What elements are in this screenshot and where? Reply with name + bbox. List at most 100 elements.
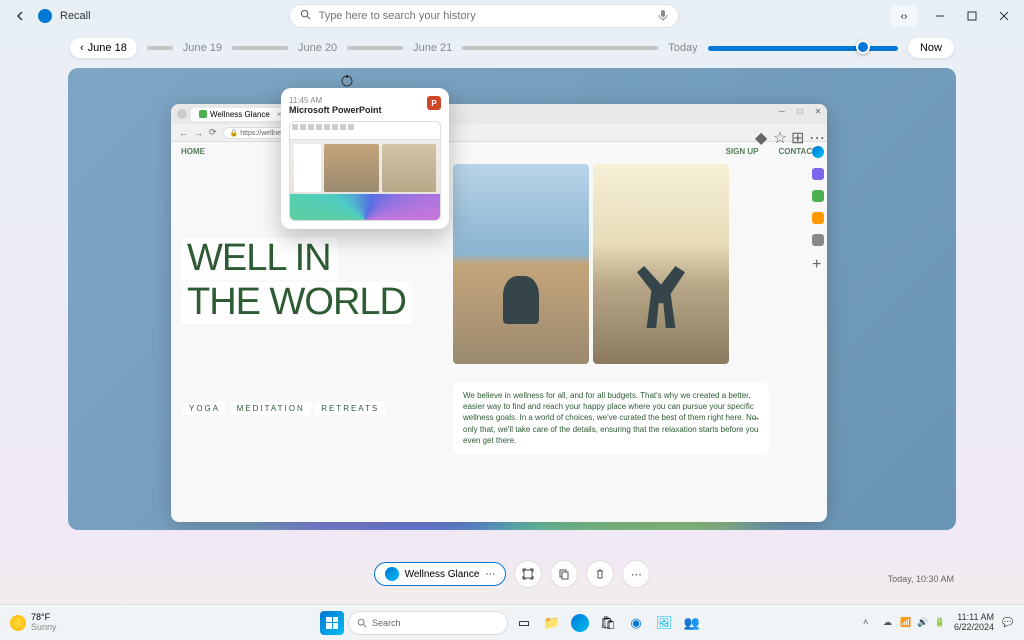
profile-icon[interactable] xyxy=(177,109,187,119)
open-app-chip[interactable]: Wellness Glance ⋯ xyxy=(374,562,507,586)
sidebar-app-icon[interactable] xyxy=(812,190,824,202)
body-copy: We believe in wellness for all, and for … xyxy=(453,382,769,454)
back-button[interactable] xyxy=(10,6,30,26)
favicon xyxy=(199,110,207,118)
date-pill-current[interactable]: ‹ June 18 xyxy=(70,38,137,58)
preview-timestamp: 11:45 AM xyxy=(289,96,382,105)
edge-icon[interactable] xyxy=(568,611,592,635)
taskbar-search[interactable]: Search xyxy=(348,611,508,635)
weather-cond: Sunny xyxy=(31,623,57,633)
close-button[interactable] xyxy=(994,6,1014,26)
volume-icon[interactable]: 🔊 xyxy=(917,617,929,629)
clock[interactable]: 11:11 AM 6/22/2024 xyxy=(954,613,994,633)
timeline-segment[interactable] xyxy=(347,46,403,50)
chevron-up-icon[interactable]: ˄ xyxy=(863,617,875,629)
notifications-icon[interactable]: 💬 xyxy=(1002,617,1014,629)
timeline-handle[interactable] xyxy=(856,40,870,54)
thumb-ribbon xyxy=(290,122,440,140)
nav-forward-icon[interactable]: → xyxy=(194,128,203,138)
nav-back-icon[interactable]: ← xyxy=(179,128,188,138)
thumb-slide xyxy=(324,144,378,192)
date-label: June 20 xyxy=(298,42,337,54)
app-title: Recall xyxy=(60,10,91,22)
thumb-wallpaper xyxy=(290,194,440,220)
task-view-icon[interactable]: ▭ xyxy=(512,611,536,635)
keyword: MEDITATION xyxy=(237,404,305,413)
collections-icon[interactable]: ⊞ xyxy=(791,128,801,138)
timeline-segment[interactable] xyxy=(147,46,173,50)
more-options-button[interactable]: ⋯ xyxy=(622,560,650,588)
timeline-segment[interactable] xyxy=(462,46,658,50)
menu-icon[interactable]: ⋯ xyxy=(809,128,819,138)
weather-widget[interactable]: 78°F Sunny xyxy=(10,613,57,633)
headline-line-1: WELL IN xyxy=(181,238,337,280)
browser-close[interactable]: ✕ xyxy=(813,106,823,116)
edge-sidebar: + xyxy=(809,142,827,272)
settings-toggle[interactable]: ‹› xyxy=(890,6,918,26)
minimize-button[interactable] xyxy=(930,6,950,26)
delete-button[interactable] xyxy=(586,560,614,588)
site-nav: HOME SIGN UP CONTACT xyxy=(171,142,827,160)
date-label: June 21 xyxy=(413,42,452,54)
date-label: June 19 xyxy=(183,42,222,54)
search-input[interactable] xyxy=(319,10,650,22)
snapshot-timestamp: Today, 10:30 AM xyxy=(888,574,954,584)
keyword-stack: YOGA MEDITATION RETREATS xyxy=(183,398,385,417)
recall-icon[interactable]: ◉ xyxy=(624,611,648,635)
browser-tab[interactable]: Wellness Glance × xyxy=(191,108,290,121)
sidebar-add-icon[interactable]: + xyxy=(812,256,824,268)
hero-headline: WELL IN THE WORLD xyxy=(181,238,412,326)
body-text-content: We believe in wellness for all, and for … xyxy=(463,391,758,445)
thumb-slide xyxy=(382,144,436,192)
maximize-button[interactable] xyxy=(962,6,982,26)
hero-photo-yoga xyxy=(593,164,729,364)
arrow-next-icon[interactable]: → xyxy=(750,410,761,425)
sidebar-app-icon[interactable] xyxy=(812,168,824,180)
wifi-icon[interactable]: 📶 xyxy=(900,617,912,629)
headline-line-2: THE WORLD xyxy=(181,282,412,324)
onedrive-icon[interactable]: ☁ xyxy=(883,617,895,629)
favorites-icon[interactable]: ☆ xyxy=(773,128,783,138)
battery-icon[interactable]: 🔋 xyxy=(934,617,946,629)
snapshot-actions: Wellness Glance ⋯ ⋯ xyxy=(0,560,1024,588)
now-button[interactable]: Now xyxy=(908,38,954,58)
teams-icon[interactable]: 👥 xyxy=(680,611,704,635)
browser-minimize[interactable]: ─ xyxy=(777,106,787,116)
screenshot-button[interactable] xyxy=(514,560,542,588)
taskbar-center: Search ▭ 📁 🛍 ◉ 🖼 👥 xyxy=(320,611,704,635)
taskbar-search-label: Search xyxy=(372,618,401,628)
more-icon: ⋯ xyxy=(485,569,495,580)
refresh-icon[interactable]: ⟳ xyxy=(209,127,217,138)
system-tray: ˄ ☁ 📶 🔊 🔋 11:11 AM 6/22/2024 💬 xyxy=(863,613,1014,633)
mic-icon[interactable] xyxy=(658,9,668,24)
browser-toolbar: ← → ⟳ 🔒 https://wellnessglance.com ◆ ☆ ⊞… xyxy=(171,124,827,142)
date-text: 6/22/2024 xyxy=(954,623,994,633)
keyword: RETREATS xyxy=(321,404,379,413)
store-icon[interactable]: 🛍 xyxy=(596,611,620,635)
timeline[interactable]: ‹ June 18 June 19 June 20 June 21 Today … xyxy=(0,32,1024,64)
thumb-sidebar xyxy=(294,144,321,192)
timeline-preview-card[interactable]: 11:45 AM Microsoft PowerPoint P xyxy=(281,88,449,229)
nav-home[interactable]: HOME xyxy=(181,147,205,156)
timeline-today-track[interactable] xyxy=(708,46,898,51)
extension-icon[interactable]: ◆ xyxy=(755,128,765,138)
browser-maximize[interactable]: □ xyxy=(795,106,805,116)
page-content: WELL IN THE WORLD YOGA MEDITATION RETREA… xyxy=(171,160,827,522)
photos-icon[interactable]: 🖼 xyxy=(652,611,676,635)
sidebar-app-icon[interactable] xyxy=(812,234,824,246)
copilot-icon[interactable] xyxy=(812,146,824,158)
timeline-segment[interactable] xyxy=(232,46,288,50)
explorer-icon[interactable]: 📁 xyxy=(540,611,564,635)
start-button[interactable] xyxy=(320,611,344,635)
copy-button[interactable] xyxy=(550,560,578,588)
preview-thumbnail xyxy=(289,121,441,221)
browser-window: ─ □ ✕ Wellness Glance × ← → ⟳ 🔒 https://… xyxy=(171,104,827,522)
silhouette xyxy=(637,266,685,328)
date-label: June 18 xyxy=(88,42,127,54)
silhouette xyxy=(503,276,539,324)
sidebar-app-icon[interactable] xyxy=(812,212,824,224)
nav-signup[interactable]: SIGN UP xyxy=(726,147,759,156)
hero-photos xyxy=(453,164,729,364)
app-chip-label: Wellness Glance xyxy=(405,569,480,580)
history-search-box[interactable] xyxy=(289,4,679,28)
